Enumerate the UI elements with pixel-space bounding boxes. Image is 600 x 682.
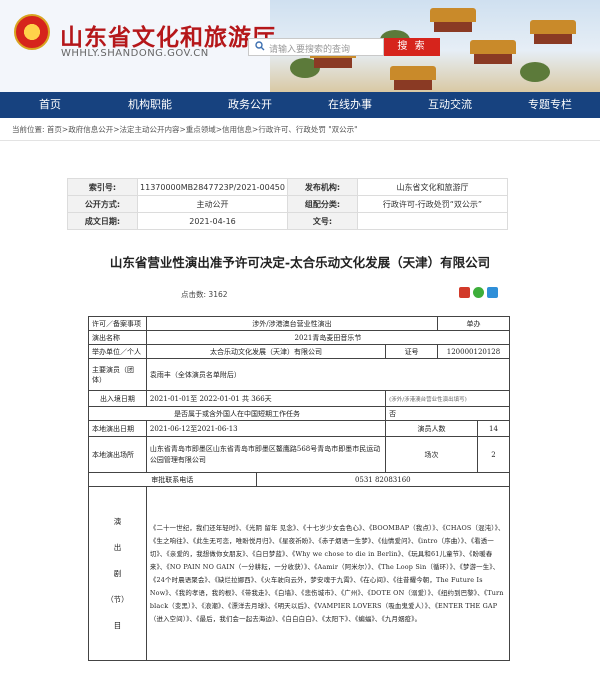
share-buttons — [459, 287, 498, 298]
repertoire-label-char: （节） — [106, 594, 129, 604]
form-note: (涉外/涉港澳台营业性演出填写) — [385, 390, 510, 407]
form-value: 0531 82083160 — [255, 472, 511, 487]
repertoire-label-char: 目 — [113, 620, 122, 630]
banner-roof — [430, 8, 476, 32]
form-value: 2021-01-01至 2022-01-01 共 366天 — [145, 390, 387, 407]
divider — [0, 140, 600, 141]
site-title[interactable]: 山东省文化和旅游厅 — [60, 18, 276, 52]
site-url: WHHLY.SHANDONG.GOV.CN — [61, 48, 209, 59]
form-value: 太合乐动文化发展（天津）有限公司 — [145, 344, 387, 359]
qzone-share-icon[interactable] — [487, 287, 498, 298]
form-value: 14 — [476, 420, 511, 437]
form-value: 涉外/涉港澳台营业性演出 — [145, 316, 439, 331]
view-count: 点击数: 3162 — [181, 289, 228, 300]
org-label: 发布机构: — [287, 178, 358, 196]
repertoire-label-char: 剧 — [113, 568, 122, 578]
site-header: 山东省文化和旅游厅 WHHLY.SHANDONG.GOV.CN 请输入要搜索的查… — [0, 0, 600, 92]
banner-roof — [470, 40, 516, 64]
main-nav: 首页 机构职能 政务公开 在线办事 互动交流 专题专栏 — [0, 92, 600, 118]
docno-label: 文号: — [287, 212, 358, 230]
index-value: 11370000MB2847723P/2021-00450 — [137, 178, 288, 196]
view-count-value: 3162 — [208, 290, 228, 299]
view-count-label: 点击数: — [181, 290, 207, 299]
index-label: 索引号: — [67, 178, 138, 196]
form-value: 2 — [476, 436, 511, 473]
form-label: 证号 — [385, 344, 438, 359]
form-value: 山东省青岛市即墨区山东省青岛市即墨区鳌鹰路568号青岛市即墨市民运动公园管理有限… — [145, 436, 387, 473]
banner-tree — [520, 62, 550, 82]
form-label: 本地演出场所 — [88, 436, 147, 473]
docno-value — [357, 212, 508, 230]
form-label: 演出名称 — [88, 330, 147, 345]
document-meta-table: 索引号: 11370000MB2847723P/2021-00450 发布机构:… — [67, 178, 508, 230]
weibo-share-icon[interactable] — [459, 287, 470, 298]
open-label: 公开方式: — [67, 195, 138, 213]
form-label: 场次 — [385, 436, 478, 473]
date-label: 成文日期: — [67, 212, 138, 230]
banner-roof — [530, 20, 576, 44]
banner-roof — [390, 66, 436, 90]
repertoire-label: 演 出 剧 （节） 目 — [88, 486, 147, 661]
form-label: 演员人数 — [385, 420, 478, 437]
form-label: 审批联系电话 — [88, 472, 257, 487]
nav-online-services[interactable]: 在线办事 — [300, 92, 400, 118]
search-icon — [255, 41, 265, 51]
date-value: 2021-04-16 — [137, 212, 288, 230]
open-value: 主动公开 — [137, 195, 288, 213]
nav-home[interactable]: 首页 — [0, 92, 100, 118]
repertoire-label-char: 演 — [113, 516, 122, 526]
form-label: 本地演出日期 — [88, 420, 147, 437]
breadcrumb[interactable]: 当前位置: 首页>政府信息公开>法定主动公开内容>重点领域>信用信息>行政许可、… — [12, 124, 588, 135]
form-value: 否 — [385, 406, 510, 421]
form-value: 120000120128 — [437, 344, 510, 359]
form-label: 是否属于或含外国人在中国短期工作任务 — [87, 406, 387, 421]
repertoire-list: 《二十一世纪，我们还年轻时》、《光阴 留年 见念》、《十七岁少女会色心》、《BO… — [145, 486, 511, 661]
org-value: 山东省文化和旅游厅 — [357, 178, 508, 196]
form-value: 2021青岛麦田音乐节 — [145, 330, 511, 345]
nav-government-affairs[interactable]: 政务公开 — [200, 92, 300, 118]
form-label: 出入境日期 — [88, 390, 147, 407]
repertoire-label-char: 出 — [113, 542, 122, 552]
national-emblem-icon — [14, 14, 50, 50]
nav-topics[interactable]: 专题专栏 — [500, 92, 600, 118]
form-value: 2021-06-12至2021-06-13 — [145, 420, 387, 437]
form-label: 许可／备案事项 — [88, 316, 147, 331]
form-label: 主要演员（团体） — [88, 358, 147, 391]
form-value: 单办 — [437, 316, 510, 331]
search-button[interactable]: 搜 索 — [384, 38, 440, 56]
form-value: 袁雨丰（全体演员名单附后） — [145, 358, 511, 391]
category-value: 行政许可-行政处罚“双公示” — [357, 195, 508, 213]
search-input[interactable]: 请输入要搜索的查询 — [248, 38, 384, 56]
permit-form-table: 许可／备案事项 涉外/涉港澳台营业性演出 单办 演出名称 2021青岛麦田音乐节… — [87, 316, 511, 661]
category-label: 组配分类: — [287, 195, 358, 213]
nav-functions[interactable]: 机构职能 — [100, 92, 200, 118]
wechat-share-icon[interactable] — [473, 287, 484, 298]
nav-interaction[interactable]: 互动交流 — [400, 92, 500, 118]
form-label: 举办单位／个人 — [88, 344, 147, 359]
document-title: 山东省营业性演出准予许可决定-太合乐动文化发展（天津）有限公司 — [109, 255, 491, 270]
